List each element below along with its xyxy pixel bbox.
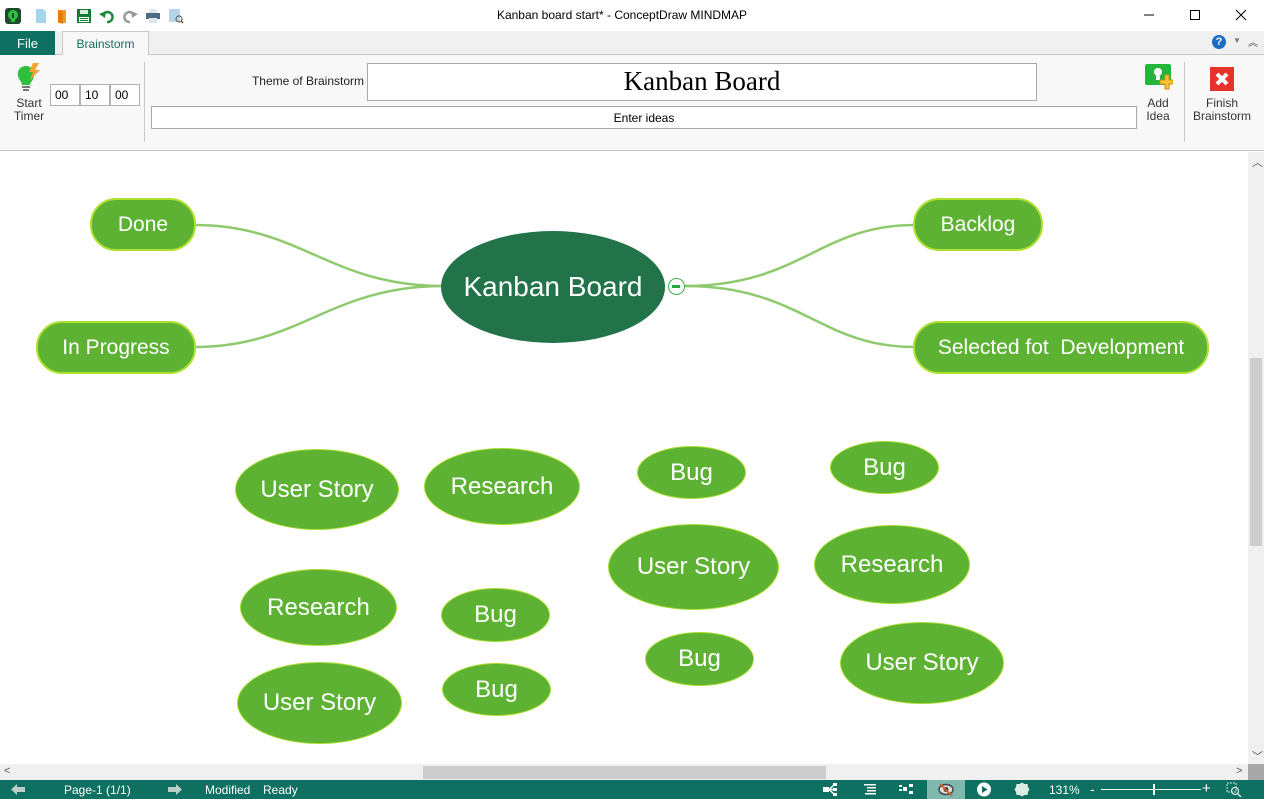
- hierarchy-view-icon[interactable]: [898, 782, 914, 797]
- zoom-level: 131%: [1049, 783, 1080, 797]
- presentation-play-icon[interactable]: [976, 782, 992, 797]
- ideas-input[interactable]: Enter ideas: [151, 106, 1137, 129]
- zoom-in-button[interactable]: +: [1202, 780, 1211, 797]
- minimize-icon: [1144, 14, 1154, 16]
- fit-to-page-icon[interactable]: [1226, 782, 1242, 797]
- zoom-slider[interactable]: [1101, 789, 1201, 790]
- floating-topic[interactable]: Research: [814, 525, 970, 604]
- collapse-ribbon-icon[interactable]: ︽: [1248, 34, 1258, 49]
- scroll-corner: [1248, 764, 1264, 780]
- connector-done: [194, 223, 444, 288]
- branch-topic-backlog[interactable]: Backlog: [913, 198, 1043, 251]
- mindmap-canvas[interactable]: Kanban Board Done In Progress Backlog Se…: [0, 152, 1248, 764]
- outline-view-icon[interactable]: [862, 782, 878, 797]
- vertical-scroll-thumb[interactable]: [1250, 358, 1262, 546]
- theme-label: Theme of Brainstorm: [251, 74, 364, 88]
- branch-topic-selected-development[interactable]: Selected fot Development: [913, 321, 1209, 374]
- collapse-branch-icon[interactable]: [668, 278, 685, 295]
- zoom-slider-thumb[interactable]: [1153, 784, 1155, 795]
- hide-topics-icon: [938, 783, 954, 797]
- add-idea-label-2: Idea: [1146, 109, 1170, 123]
- ribbon-panel: Start Timer 00 10 00 Theme of Brainstorm…: [0, 55, 1264, 151]
- help-icon[interactable]: ?: [1212, 35, 1226, 49]
- lightbulb-timer-icon: [17, 63, 40, 91]
- finish-label-2: Brainstorm: [1192, 109, 1251, 123]
- floating-topic[interactable]: Bug: [830, 441, 939, 494]
- close-button[interactable]: [1218, 0, 1264, 30]
- close-icon: [1235, 9, 1247, 21]
- previous-page-icon[interactable]: [10, 782, 26, 797]
- floating-topic[interactable]: Bug: [645, 632, 754, 686]
- modified-status: Modified: [205, 783, 251, 797]
- branch-topic-done[interactable]: Done: [90, 198, 196, 251]
- scroll-left-icon[interactable]: <: [4, 765, 10, 777]
- hide-topics-toggle[interactable]: [927, 780, 965, 799]
- timer-hours-input[interactable]: 00: [50, 84, 80, 106]
- branch-topic-in-progress[interactable]: In Progress: [36, 321, 196, 374]
- minimize-button[interactable]: [1126, 0, 1172, 30]
- floating-topic[interactable]: Bug: [441, 588, 550, 642]
- zoom-out-button[interactable]: -: [1090, 781, 1095, 797]
- floating-topic[interactable]: User Story: [237, 662, 402, 744]
- mindmap-view-icon[interactable]: [822, 782, 838, 797]
- title-bar: Kanban board start* - ConceptDraw MINDMA…: [0, 0, 1264, 31]
- connector-selected-development: [684, 284, 915, 349]
- theme-icon[interactable]: [1014, 782, 1030, 797]
- help-dropdown-icon[interactable]: ▼: [1233, 36, 1241, 45]
- connector-in-progress: [194, 284, 444, 349]
- maximize-icon: [1190, 10, 1200, 20]
- scroll-right-icon[interactable]: >: [1236, 765, 1242, 777]
- add-idea-button[interactable]: Add Idea: [1140, 63, 1176, 123]
- add-idea-icon: [1145, 64, 1173, 90]
- scroll-down-icon[interactable]: ﹀: [1252, 748, 1263, 764]
- scroll-up-icon[interactable]: ︿: [1252, 154, 1263, 170]
- start-timer-label-2: Timer: [13, 109, 45, 123]
- connector-backlog: [684, 223, 915, 288]
- floating-topic[interactable]: User Story: [840, 622, 1004, 704]
- ribbon-separator: [1184, 62, 1185, 142]
- horizontal-scroll-thumb[interactable]: [423, 766, 826, 779]
- page-indicator: Page-1 (1/1): [64, 783, 131, 797]
- vertical-scrollbar[interactable]: ︿ ﹀: [1248, 152, 1264, 764]
- floating-topic[interactable]: User Story: [235, 449, 399, 530]
- status-bar: Page-1 (1/1) Modified Ready 131% - +: [0, 780, 1264, 799]
- timer-minutes-input[interactable]: 10: [80, 84, 110, 106]
- next-page-icon[interactable]: [167, 782, 183, 797]
- theme-input[interactable]: Kanban Board: [367, 63, 1037, 101]
- timer-seconds-input[interactable]: 00: [110, 84, 140, 106]
- app-window: Kanban board start* - ConceptDraw MINDMA…: [0, 0, 1264, 799]
- window-title: Kanban board start* - ConceptDraw MINDMA…: [496, 8, 748, 22]
- finish-brainstorm-button[interactable]: Finish Brainstorm: [1190, 63, 1254, 123]
- ribbon-separator: [144, 62, 145, 142]
- horizontal-scrollbar[interactable]: < >: [0, 764, 1248, 780]
- tab-brainstorm[interactable]: Brainstorm: [62, 31, 149, 56]
- floating-topic[interactable]: Research: [240, 569, 397, 646]
- maximize-button[interactable]: [1172, 0, 1218, 30]
- tab-file[interactable]: File: [0, 31, 55, 55]
- floating-topic[interactable]: User Story: [608, 524, 779, 610]
- ribbon-tabs: File Brainstorm ? ▼ ︽: [0, 31, 1264, 56]
- ready-status: Ready: [263, 783, 298, 797]
- finish-x-icon: [1210, 67, 1234, 91]
- floating-topic[interactable]: Bug: [637, 446, 746, 499]
- floating-topic[interactable]: Research: [424, 448, 580, 525]
- floating-topic[interactable]: Bug: [442, 663, 551, 716]
- central-topic[interactable]: Kanban Board: [441, 231, 665, 343]
- start-timer-button[interactable]: Start Timer: [8, 63, 50, 123]
